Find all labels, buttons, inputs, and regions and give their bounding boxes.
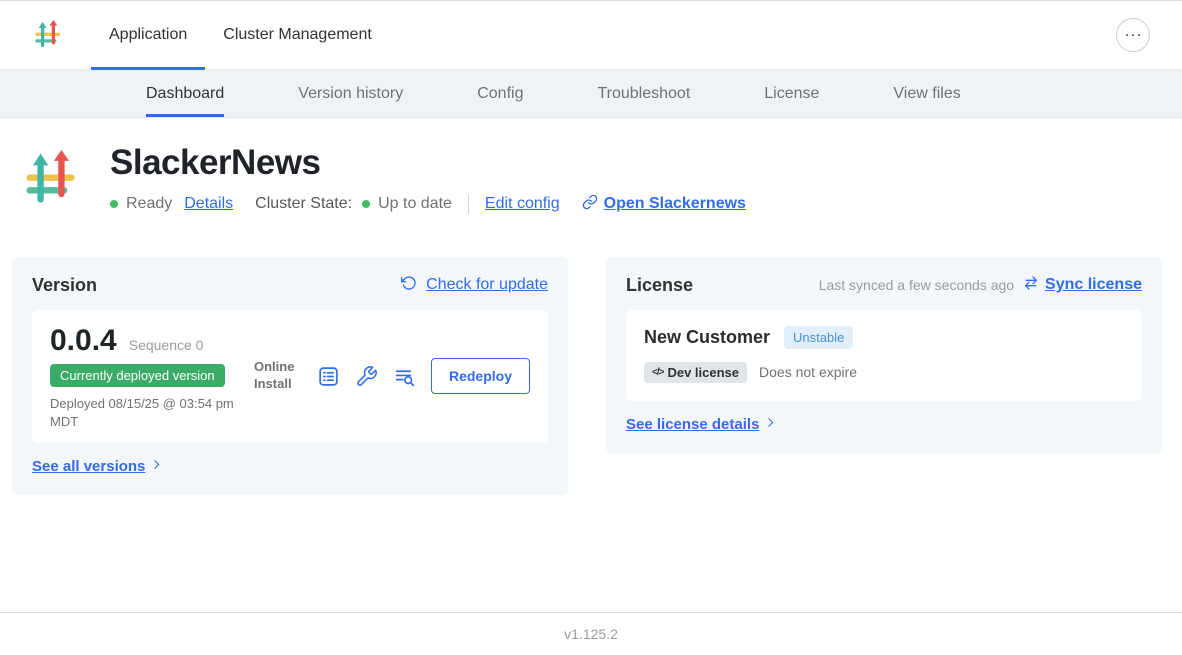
current-version-box: 0.0.4 Sequence 0 Currently deployed vers… [32, 310, 548, 443]
chevron-right-icon [764, 416, 777, 433]
subnav-item-troubleshoot[interactable]: Troubleshoot [597, 70, 690, 117]
app-logo-icon-large [22, 150, 80, 208]
footer: v1.125.2 [0, 612, 1182, 655]
last-synced-text: Last synced a few seconds ago [819, 277, 1014, 293]
version-card: Version Check for update 0.0.4 [12, 257, 568, 495]
subnav-version-history-label: Version history [298, 85, 403, 103]
app-logo-icon [33, 20, 63, 50]
subnav-troubleshoot-label: Troubleshoot [597, 85, 690, 103]
license-type-badge: </> Dev license [644, 362, 747, 383]
license-type-label: Dev license [667, 365, 739, 380]
check-for-update-label: Check for update [426, 276, 548, 294]
console-version: v1.125.2 [564, 626, 618, 642]
cluster-state-dot [362, 200, 370, 208]
tab-application-label: Application [109, 26, 187, 44]
customer-name: New Customer [644, 327, 770, 348]
app-header: SlackerNews Ready Details Cluster State:… [0, 118, 1182, 215]
version-controls: Online Install [254, 358, 530, 394]
subnav-item-dashboard[interactable]: Dashboard [146, 70, 224, 117]
admin-console-page: Application Cluster Management ⋯ Dashboa… [0, 0, 1182, 655]
version-number: 0.0.4 [50, 324, 117, 358]
ready-status-text: Ready [126, 195, 172, 213]
tab-application[interactable]: Application [91, 1, 205, 69]
top-nav-tabs: Application Cluster Management [91, 1, 390, 69]
check-for-update-link[interactable]: Check for update [401, 275, 548, 296]
see-license-details-label: See license details [626, 416, 759, 433]
deploy-logs-icon[interactable] [393, 365, 416, 388]
install-type-label: Online Install [254, 359, 302, 393]
divider [468, 195, 469, 214]
subnav-item-version-history[interactable]: Version history [298, 70, 403, 117]
top-navbar: Application Cluster Management ⋯ [0, 0, 1182, 70]
sync-license-link[interactable]: Sync license [1023, 275, 1142, 296]
license-card: License Last synced a few seconds ago Sy… [606, 257, 1162, 453]
dashboard-main: SlackerNews Ready Details Cluster State:… [0, 118, 1182, 612]
subnav-config-label: Config [477, 85, 523, 103]
sync-license-label: Sync license [1045, 276, 1142, 294]
edit-config-wrench-icon[interactable] [355, 365, 378, 388]
code-icon: </> [652, 367, 663, 378]
page-title: SlackerNews [110, 144, 746, 183]
version-card-title: Version [32, 275, 97, 296]
see-all-versions-link[interactable]: See all versions [32, 458, 548, 475]
chevron-right-icon [150, 458, 163, 475]
subnav-item-view-files[interactable]: View files [893, 70, 960, 117]
subnav-view-files-label: View files [893, 85, 960, 103]
link-chain-icon [582, 194, 598, 215]
open-app-link[interactable]: Open Slackernews [582, 194, 746, 215]
cluster-state-label: Cluster State: [255, 195, 352, 213]
ready-status-dot [110, 200, 118, 208]
redeploy-button[interactable]: Redeploy [431, 358, 530, 394]
subnav-item-license[interactable]: License [764, 70, 819, 117]
app-status-row: Ready Details Cluster State: Up to date … [110, 194, 746, 215]
subnav-license-label: License [764, 85, 819, 103]
edit-config-link[interactable]: Edit config [485, 195, 560, 213]
see-all-versions-label: See all versions [32, 458, 145, 475]
channel-badge: Unstable [784, 326, 853, 349]
subnav-item-config[interactable]: Config [477, 70, 523, 117]
deployed-badge: Currently deployed version [50, 364, 225, 387]
refresh-icon [401, 275, 417, 296]
deployed-timestamp: Deployed 08/15/25 @ 03:54 pm MDT [50, 395, 250, 431]
sequence-label: Sequence 0 [129, 337, 204, 353]
details-link[interactable]: Details [184, 195, 233, 213]
tab-cluster-management[interactable]: Cluster Management [205, 1, 390, 69]
app-subnav: Dashboard Version history Config Trouble… [0, 70, 1182, 118]
license-expiration: Does not expire [759, 364, 857, 380]
ellipsis-icon: ⋯ [1124, 26, 1142, 44]
dashboard-cards: Version Check for update 0.0.4 [12, 257, 1170, 495]
tab-cluster-management-label: Cluster Management [223, 26, 372, 44]
sync-arrows-icon [1023, 275, 1039, 296]
more-options-button[interactable]: ⋯ [1116, 18, 1150, 52]
preflight-checks-icon[interactable] [317, 365, 340, 388]
see-license-details-link[interactable]: See license details [626, 416, 1142, 433]
cluster-state-value: Up to date [378, 195, 452, 213]
license-details-box: New Customer Unstable </> Dev license Do… [626, 310, 1142, 401]
subnav-dashboard-label: Dashboard [146, 85, 224, 103]
open-app-link-label: Open Slackernews [604, 195, 746, 213]
license-card-title: License [626, 275, 693, 296]
